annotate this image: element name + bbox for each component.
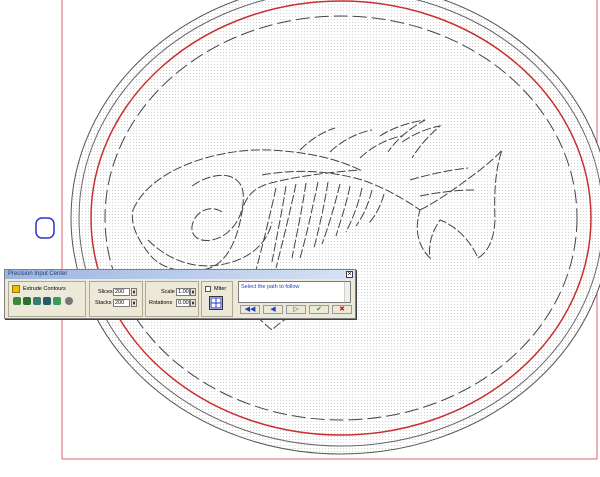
shape2-icon[interactable] xyxy=(33,297,41,305)
miter-preview-icon[interactable] xyxy=(209,296,223,310)
sphere-icon[interactable] xyxy=(65,297,73,305)
extrude-contours-icon xyxy=(12,285,20,293)
stacks-input[interactable]: 200 xyxy=(113,299,130,307)
stacks-spinner[interactable] xyxy=(131,299,137,307)
first-step-button[interactable]: ◀◀ xyxy=(240,305,260,314)
previous-step-button[interactable]: ◀ xyxy=(263,305,283,314)
mode-label: Extrude Contours xyxy=(23,286,66,292)
status-text: Select the path to follow xyxy=(241,284,300,290)
shape3-icon[interactable] xyxy=(43,297,51,305)
ok-button[interactable]: ✔ xyxy=(309,305,329,314)
scale-rotations-group: Scale 1.00 Rotations 0.00 xyxy=(145,281,199,317)
extrude-icon[interactable] xyxy=(13,297,21,305)
selection-handle[interactable] xyxy=(35,217,55,239)
miter-group: Miter xyxy=(201,281,233,317)
miter-label: Miter xyxy=(214,286,227,292)
scale-input[interactable]: 1.00 xyxy=(176,288,190,296)
design-canvas[interactable] xyxy=(0,0,600,477)
shape1-icon[interactable] xyxy=(23,297,31,305)
dialog-close-button[interactable]: × xyxy=(346,271,353,278)
slices-input[interactable]: 200 xyxy=(113,288,130,296)
slices-stacks-group: Slices 200 Stacks 200 xyxy=(89,281,143,317)
scale-spinner[interactable] xyxy=(190,288,196,296)
status-scrollbar[interactable] xyxy=(344,282,350,302)
outer-oval[interactable] xyxy=(70,0,600,455)
miter-checkbox[interactable] xyxy=(205,286,211,292)
status-message-box: Select the path to follow xyxy=(238,281,351,303)
slices-spinner[interactable] xyxy=(131,288,137,296)
dialog-title: Precision Input Center xyxy=(8,271,68,277)
cancel-button[interactable]: ✖ xyxy=(332,305,352,314)
dialog-titlebar[interactable]: Precision Input Center × xyxy=(5,270,355,279)
rotations-spinner[interactable] xyxy=(190,299,196,307)
rotations-label: Rotations xyxy=(149,300,173,306)
precision-input-dialog: Precision Input Center × Extrude Contour… xyxy=(4,269,356,319)
stacks-label: Stacks xyxy=(95,300,112,306)
next-step-button[interactable]: ▷ xyxy=(286,305,306,314)
slices-label: Slices xyxy=(98,289,113,295)
scale-label: Scale xyxy=(161,289,175,295)
rotations-input[interactable]: 0.00 xyxy=(176,299,190,307)
shape4-icon[interactable] xyxy=(53,297,61,305)
